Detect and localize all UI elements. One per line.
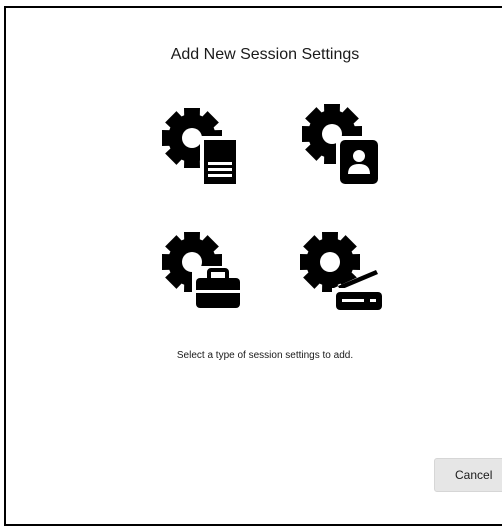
gear-contact-card-icon [302,104,382,188]
session-settings-dialog: Add New Session Settings Select a type o… [4,6,502,526]
instruction-text: Select a type of session settings to add… [176,350,354,361]
gear-scanner-icon [300,232,386,314]
option-gear-document[interactable] [154,96,246,188]
gear-document-icon [162,108,240,188]
option-gear-contact-card[interactable] [294,96,386,188]
dialog-title: Add New Session Settings [170,46,360,63]
cancel-button[interactable]: Cancel [434,458,502,492]
option-gear-scanner[interactable] [294,222,386,314]
gear-briefcase-icon [162,232,244,310]
option-gear-briefcase[interactable] [154,222,246,314]
